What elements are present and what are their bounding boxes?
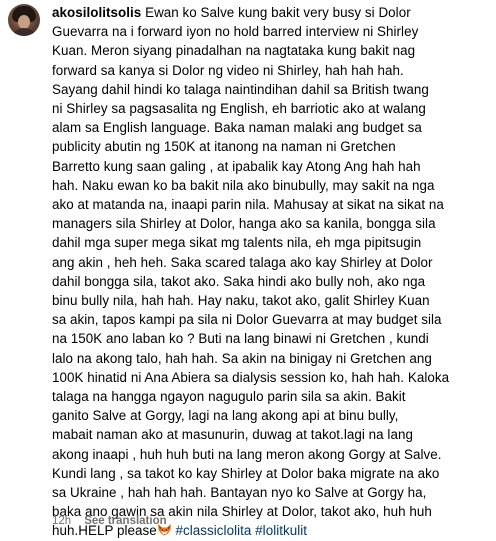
comment-line: Kundi lang , sa takot ko kay Shirley at … [52, 465, 440, 481]
comment-line: lalo na akong talo, hah hah. Sa akin na … [52, 350, 432, 366]
comment-line: Barretto kung saan galing , at ipabalik … [52, 158, 421, 174]
comment-line: akong inaapi , huh huh buti na lang mero… [52, 446, 442, 462]
comment-meta: 12h See translation [52, 514, 167, 528]
comment-line: ganito Salve at Gorgy, lagi na lang akon… [52, 408, 399, 424]
avatar[interactable] [8, 4, 40, 36]
comment-content: akosilolitsolis Ewan ko Salve kung bakit… [52, 3, 490, 541]
comment-line: mabait naman ako at masunurin, duwag at … [52, 427, 413, 443]
comment-line: forward sa kanya si Dolor ng video ni Sh… [52, 62, 404, 78]
comment-line: 100K hinatid ni Ana Abiera sa dialysis s… [52, 369, 450, 385]
comment-line: talaga na hangga ngayon nagugulo parin s… [52, 389, 406, 405]
comment-line: Guevarra na i forward iyon no hold barre… [52, 24, 419, 40]
see-translation-button[interactable]: See translation [84, 515, 166, 527]
comment: akosilolitsolis Ewan ko Salve kung bakit… [0, 0, 496, 538]
hashtag-link[interactable]: #lolitkulit [255, 523, 307, 538]
timestamp: 12h [52, 515, 72, 527]
comment-line: ni Shirley sa pagsasalita ng English, eh… [52, 101, 426, 117]
comment-line: sa akin, tapos kampi pa sila ni Dolor Gu… [52, 312, 442, 328]
comment-line: managers sila Shirley at Dolor, hanga ak… [52, 216, 436, 232]
comment-line: binu bully nila, hah hah. Hay naku, tako… [52, 293, 430, 309]
comment-line: dahil mga super mega sikat mg talents ni… [52, 235, 422, 251]
comment-line: sa Ukraine , hah hah hah. Bantayan nyo k… [52, 485, 427, 501]
comment-line: hah. Naku ewan ko ba bakit nila ako binu… [52, 177, 435, 193]
comment-line: na 150K ano laban ko ? Buti na lang bina… [52, 331, 429, 347]
comment-line: ang akin , heh heh. Saka scared talaga a… [52, 254, 433, 270]
comment-line: Kuan. Meron siyang pinadalhan na nagtata… [52, 43, 416, 59]
hashtag-link[interactable]: #classiclolita [176, 523, 252, 538]
username[interactable]: akosilolitsolis [52, 5, 141, 20]
comment-line: dahil bongga sila, takot ako. Saka hindi… [52, 273, 426, 289]
comment-text: akosilolitsolis Ewan ko Salve kung bakit… [52, 3, 490, 541]
comment-line: Ewan ko Salve kung bakit very busy si Do… [141, 5, 411, 20]
comment-line: alam sa English language. Baka naman mal… [52, 120, 422, 136]
comment-line: publicity abutin ng 150K at itanong na n… [52, 139, 396, 155]
comment-line: ako at matanda na, inaapi parin nila. Ma… [52, 197, 444, 213]
comment-line: Sayang dahil hindi ko talaga naintindiha… [52, 81, 429, 97]
